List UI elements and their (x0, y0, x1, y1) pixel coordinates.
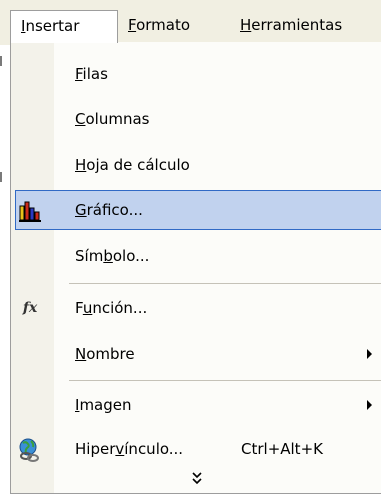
menu-item-label: Gráfico... (75, 201, 143, 219)
menu-item-hoja-de-calculo[interactable]: Hoja de cálculo (11, 143, 381, 187)
menu-item-filas[interactable]: Filas (11, 52, 381, 96)
submenu-arrow-icon (367, 349, 372, 359)
menu-item-highlight (15, 190, 381, 230)
menu-item-label: Columnas (75, 110, 150, 128)
menu-item-label: Símbolo... (75, 247, 150, 265)
menu-item-label: Hipervínculo... (75, 440, 184, 458)
menu-bar: Insertar Formato Herramientas (0, 0, 381, 45)
menu-item-label: Función... (75, 299, 148, 317)
menu-insertar[interactable]: Insertar (10, 10, 118, 43)
menu-formato-rest: ormato (136, 16, 191, 34)
menu-herramientas-rest: erramientas (251, 16, 343, 34)
left-edge-mark (0, 56, 2, 66)
menu-formato-mnemonic: F (128, 16, 137, 34)
menu-formato[interactable]: Formato (128, 10, 190, 40)
menu-item-label: Imagen (75, 396, 132, 414)
left-edge-mark (0, 172, 2, 182)
menu-insertar-rest: nsertar (25, 17, 80, 35)
insertar-dropdown-menu: Filas Columnas Hoja de cálculo Gráfico.. (10, 42, 381, 494)
submenu-arrow-icon (367, 400, 372, 410)
menu-item-label: Nombre (75, 345, 135, 363)
chart-icon (17, 197, 43, 223)
menu-item-hipervinculo[interactable]: Hipervínculo... Ctrl+Alt+K (11, 427, 381, 471)
menu-item-label: Filas (75, 65, 108, 83)
expand-menu-chevron-icon[interactable] (11, 470, 381, 486)
menu-separator (69, 380, 381, 381)
menu-item-grafico[interactable]: Gráfico... (11, 188, 381, 232)
menu-herramientas-mnemonic: H (240, 16, 252, 34)
menu-item-funcion[interactable]: fx Función... (11, 286, 381, 330)
hyperlink-globe-icon (17, 436, 43, 462)
menu-herramientas[interactable]: Herramientas (240, 10, 342, 40)
menu-item-simbolo[interactable]: Símbolo... (11, 234, 381, 278)
menu-item-columnas[interactable]: Columnas (11, 97, 381, 141)
excel-insert-menu-screenshot: Insertar Formato Herramientas Filas Colu… (0, 0, 381, 494)
menu-item-shortcut: Ctrl+Alt+K (241, 440, 323, 458)
menu-item-label: Hoja de cálculo (75, 156, 190, 174)
menu-item-nombre[interactable]: Nombre (11, 332, 381, 376)
function-icon: fx (22, 300, 38, 316)
menu-item-imagen[interactable]: Imagen (11, 383, 381, 427)
menu-separator (69, 283, 381, 284)
